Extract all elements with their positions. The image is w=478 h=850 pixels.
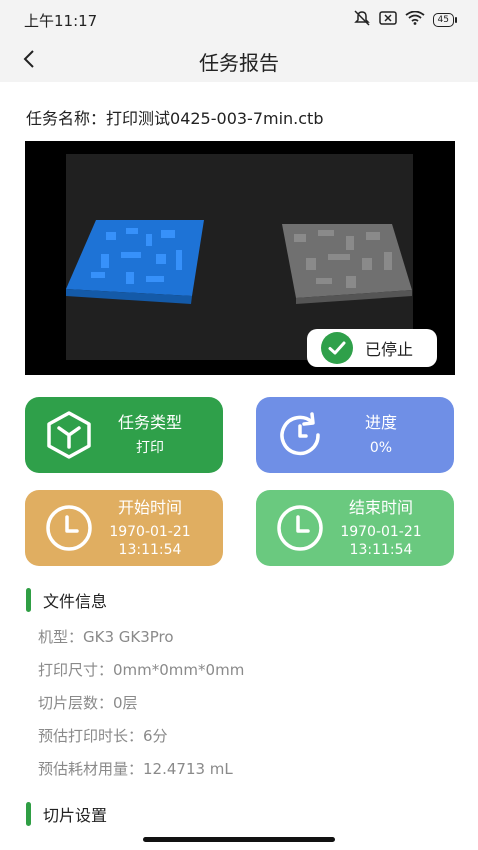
check-circle-icon [321, 332, 353, 364]
task-type-card[interactable]: 任务类型 打印 [25, 397, 223, 473]
end-time-card[interactable]: 结束时间 1970-01-21 13:11:54 [256, 490, 454, 566]
end-time-title: 结束时间 [348, 498, 413, 517]
mute-icon [353, 10, 371, 30]
file-info-row: 打印尺寸：0mm*0mm*0mm [38, 661, 245, 679]
model-preview: 已停止 [25, 141, 455, 375]
start-time-time: 13:11:54 [118, 542, 182, 558]
end-time-time: 13:11:54 [349, 542, 413, 558]
slice-settings-title: 切片设置 [43, 806, 108, 825]
section-accent-bar [26, 802, 31, 826]
file-info-row: 预估耗材用量：12.4713 mL [38, 760, 233, 778]
file-info-row: 机型：GK3 GK3Pro [38, 628, 174, 646]
status-bar: 上午11:17 45 [0, 0, 478, 40]
status-icons: 45 [353, 10, 458, 30]
back-button[interactable] [16, 46, 42, 72]
slice-settings-header: 切片设置 [26, 802, 107, 826]
progress-card[interactable]: 进度 0% [256, 397, 454, 473]
refresh-clock-icon [274, 409, 326, 461]
progress-title: 进度 [364, 413, 397, 432]
chevron-left-icon [23, 50, 34, 68]
task-name-label: 任务名称： [26, 109, 107, 128]
start-time-card[interactable]: 开始时间 1970-01-21 13:11:54 [25, 490, 223, 566]
clock-icon [274, 502, 326, 554]
progress-value: 0% [369, 440, 393, 456]
top-app-bar: 任务报告 [0, 40, 478, 82]
stopped-status-badge: 已停止 [307, 329, 437, 367]
status-time: 上午11:17 [24, 11, 98, 30]
task-type-value: 打印 [136, 440, 164, 456]
file-info-row: 切片层数：0层 [38, 694, 138, 712]
start-time-title: 开始时间 [117, 498, 182, 517]
start-time-date: 1970-01-21 [109, 524, 191, 540]
file-info-header: 文件信息 [26, 588, 107, 612]
no-sim-icon [378, 11, 397, 29]
file-info-row: 预估打印时长：6分 [38, 727, 168, 745]
task-type-title: 任务类型 [117, 413, 182, 432]
wifi-icon [404, 10, 425, 29]
section-accent-bar [26, 588, 31, 612]
stopped-status-label: 已停止 [365, 340, 414, 359]
page-title: 任务报告 [199, 50, 279, 75]
home-indicator[interactable] [143, 837, 335, 842]
battery-indicator: 45 [432, 13, 458, 27]
task-name-row: 任务名称：打印测试0425-003-7min.ctb [26, 105, 324, 129]
end-time-date: 1970-01-21 [340, 524, 422, 540]
task-name-value: 打印测试0425-003-7min.ctb [106, 109, 324, 128]
cube-icon [43, 409, 95, 461]
file-info-title: 文件信息 [43, 592, 108, 611]
clock-icon [43, 502, 95, 554]
